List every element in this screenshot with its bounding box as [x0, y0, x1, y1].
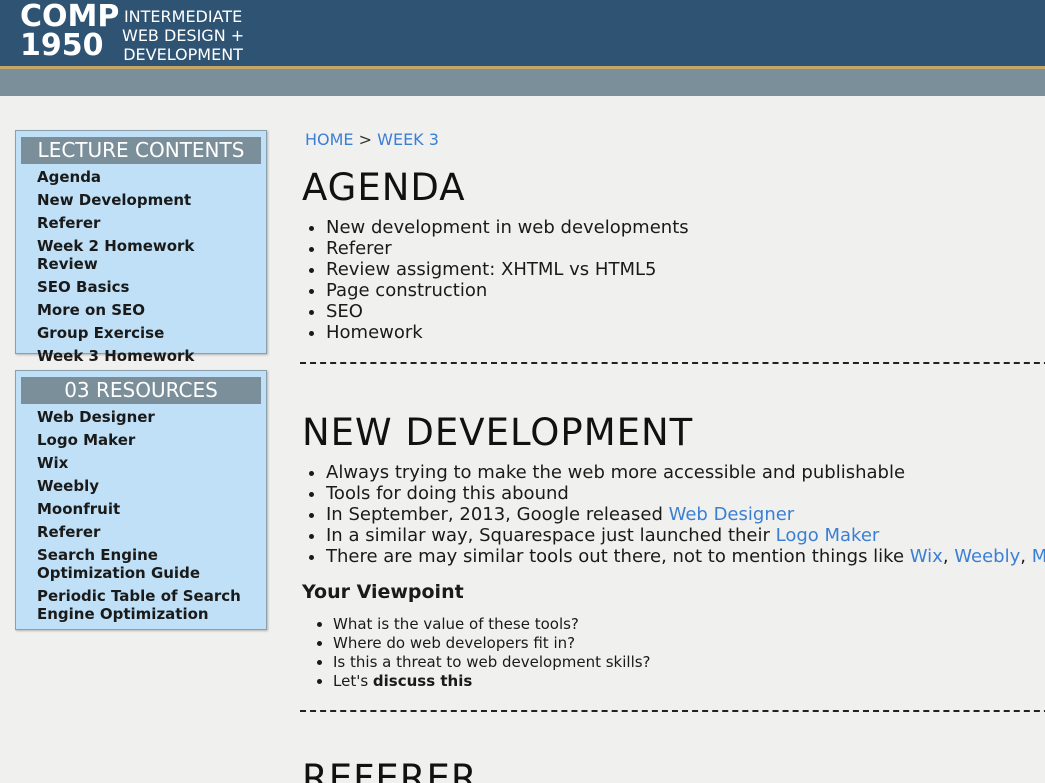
new-development-list: Always trying to make the web more acces…	[326, 462, 1045, 567]
sidebar-link[interactable]: Referer	[37, 214, 100, 232]
viewpoint-list: What is the value of these tools? Where …	[333, 615, 651, 691]
sidebar-link[interactable]: Group Exercise	[37, 324, 164, 342]
resource-item-referer[interactable]: Referer	[37, 523, 258, 541]
breadcrumb-separator: >	[358, 130, 373, 149]
agenda-item: Review assigment: XHTML vs HTML5	[326, 259, 689, 280]
resource-item-moonfruit[interactable]: Moonfruit	[37, 500, 258, 518]
agenda-item: Referer	[326, 238, 689, 259]
lecture-contents-list: Agenda New Development Referer Week 2 Ho…	[16, 168, 266, 372]
viewpoint-item: Where do web developers fit in?	[333, 634, 651, 653]
site-header: COMP 1950 INTERMEDIATE WEB DESIGN + DEVE…	[0, 0, 1045, 66]
moonfruit-link[interactable]: Mo	[1032, 546, 1045, 567]
new-dev-text: In September, 2013, Google released	[326, 504, 669, 525]
resource-link[interactable]: Wix	[37, 454, 68, 472]
resource-link[interactable]: Periodic Table of Search Engine Optimiza…	[37, 587, 241, 623]
viewpoint-text: Let's	[333, 672, 373, 690]
resource-item-weebly[interactable]: Weebly	[37, 477, 258, 495]
course-code-logo[interactable]: COMP 1950	[20, 0, 120, 63]
agenda-list: New development in web developments Refe…	[326, 217, 689, 343]
sidebar-item-seo-basics[interactable]: SEO Basics	[37, 278, 258, 296]
sidebar-item-week3-homework[interactable]: Week 3 Homework	[37, 347, 258, 365]
sidebar-item-referer[interactable]: Referer	[37, 214, 258, 232]
new-dev-item: Always trying to make the web more acces…	[326, 462, 1045, 483]
section-divider	[300, 710, 1045, 712]
sidebar-link[interactable]: Agenda	[37, 168, 101, 186]
agenda-item: Page construction	[326, 280, 689, 301]
sidebar-item-group-exercise[interactable]: Group Exercise	[37, 324, 258, 342]
course-name-line2: WEB DESIGN +	[122, 26, 245, 45]
resource-link[interactable]: Web Designer	[37, 408, 155, 426]
sidebar-item-new-development[interactable]: New Development	[37, 191, 258, 209]
resource-item-logo-maker[interactable]: Logo Maker	[37, 431, 258, 449]
new-dev-text: There are may similar tools out there, n…	[326, 546, 910, 567]
resource-item-seo-guide[interactable]: Search Engine Optimization Guide	[37, 546, 258, 582]
new-dev-item: In September, 2013, Google released Web …	[326, 504, 1045, 525]
sub-header-bar	[0, 69, 1045, 96]
sidebar-link[interactable]: Week 2 Homework Review	[37, 237, 194, 273]
sidebar-link[interactable]: More on SEO	[37, 301, 145, 319]
weebly-link[interactable]: Weebly	[954, 546, 1020, 567]
breadcrumb-home-link[interactable]: HOME	[305, 130, 354, 149]
section-divider	[300, 362, 1045, 364]
resource-link[interactable]: Moonfruit	[37, 500, 120, 518]
resource-item-web-designer[interactable]: Web Designer	[37, 408, 258, 426]
resource-link[interactable]: Weebly	[37, 477, 99, 495]
new-dev-text: In a similar way, Squarespace just launc…	[326, 525, 776, 546]
resource-item-periodic-table-seo[interactable]: Periodic Table of Search Engine Optimiza…	[37, 587, 258, 623]
agenda-item: New development in web developments	[326, 217, 689, 238]
breadcrumb: HOME > WEEK 3	[305, 130, 439, 149]
course-name-line3: DEVELOPMENT	[123, 45, 243, 64]
viewpoint-item: Let's discuss this	[333, 672, 651, 691]
resources-list: Web Designer Logo Maker Wix Weebly Moonf…	[16, 408, 266, 630]
referer-heading: REFERER	[302, 757, 478, 783]
new-dev-item: In a similar way, Squarespace just launc…	[326, 525, 1045, 546]
resource-link[interactable]: Search Engine Optimization Guide	[37, 546, 200, 582]
agenda-item: Homework	[326, 322, 689, 343]
sidebar-link[interactable]: Week 3 Homework	[37, 347, 194, 365]
comma: ,	[942, 546, 955, 567]
sidebar-item-week2-homework-review[interactable]: Week 2 Homework Review	[37, 237, 258, 273]
resources-title: 03 RESOURCES	[21, 377, 261, 404]
viewpoint-item: What is the value of these tools?	[333, 615, 651, 634]
sidebar-link[interactable]: New Development	[37, 191, 191, 209]
new-development-heading: NEW DEVELOPMENT	[302, 411, 694, 454]
comma: ,	[1020, 546, 1032, 567]
logo-maker-link[interactable]: Logo Maker	[776, 525, 880, 546]
new-dev-item: There are may similar tools out there, n…	[326, 546, 1045, 567]
course-code-line2: 1950	[20, 28, 104, 63]
resource-item-wix[interactable]: Wix	[37, 454, 258, 472]
sidebar-item-agenda[interactable]: Agenda	[37, 168, 258, 186]
web-designer-link[interactable]: Web Designer	[669, 504, 795, 525]
viewpoint-item: Is this a threat to web development skil…	[333, 653, 651, 672]
viewpoint-bold-text: discuss this	[372, 672, 473, 690]
course-name: INTERMEDIATE WEB DESIGN + DEVELOPMENT	[122, 7, 244, 64]
breadcrumb-current-link[interactable]: WEEK 3	[377, 130, 439, 149]
sidebar-item-more-on-seo[interactable]: More on SEO	[37, 301, 258, 319]
course-name-line1: INTERMEDIATE	[123, 7, 243, 26]
new-dev-item: Tools for doing this abound	[326, 483, 1045, 504]
sidebar-link[interactable]: SEO Basics	[37, 278, 129, 296]
agenda-item: SEO	[326, 301, 689, 322]
resource-link[interactable]: Referer	[37, 523, 100, 541]
lecture-contents-box: LECTURE CONTENTS Agenda New Development …	[15, 130, 267, 365]
wix-link[interactable]: Wix	[910, 546, 943, 567]
agenda-heading: AGENDA	[302, 166, 466, 209]
course-code-line1: COMP	[20, 0, 120, 34]
resources-box: 03 RESOURCES Web Designer Logo Maker Wix…	[15, 370, 267, 630]
lecture-contents-title: LECTURE CONTENTS	[21, 137, 261, 164]
resource-link[interactable]: Logo Maker	[37, 431, 135, 449]
viewpoint-heading: Your Viewpoint	[302, 581, 464, 603]
